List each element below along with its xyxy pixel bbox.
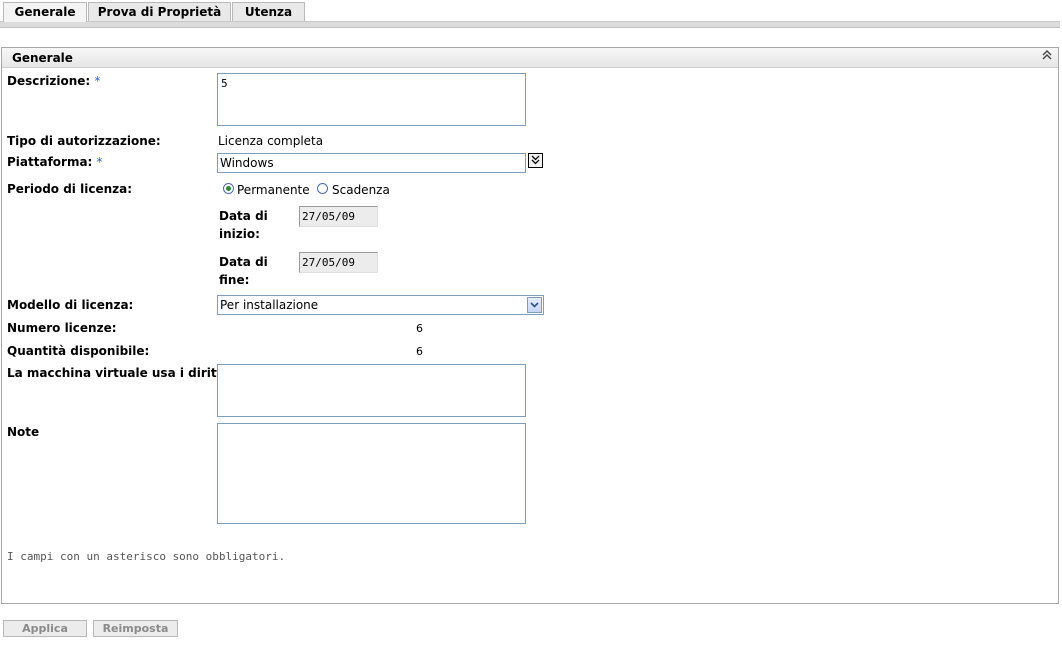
required-asterisk: * [96, 155, 103, 169]
macchina-virtuale-textarea[interactable] [217, 364, 526, 417]
radio-scadenza-label: Scadenza [332, 183, 390, 197]
data-fine-field[interactable]: 27/05/09 [299, 252, 378, 273]
panel-header: Generale [2, 48, 1058, 68]
modello-licenza-label: Modello di licenza: [7, 298, 134, 312]
note-label: Note [7, 425, 40, 439]
quantita-disponibile-label: Quantità disponibile: [7, 344, 150, 358]
apply-button[interactable]: Applica [3, 620, 87, 637]
modello-licenza-value: Per installazione [220, 298, 319, 312]
required-asterisk: * [94, 74, 101, 88]
tipo-autorizzazione-value: Licenza completa [218, 134, 324, 148]
radio-permanente-label: Permanente [237, 183, 310, 197]
piattaforma-label: Piattaforma: * [7, 155, 103, 169]
piattaforma-value: Windows [220, 156, 274, 170]
double-chevron-down-icon[interactable] [528, 153, 543, 168]
required-fields-note: I campi con un asterisco sono obbligator… [7, 550, 286, 563]
tab-utenza[interactable]: Utenza [232, 2, 305, 21]
chevron-down-icon [527, 297, 542, 313]
general-panel: Generale Descrizione: * 5 Tipo di autori… [1, 47, 1059, 604]
reset-button[interactable]: Reimposta [93, 620, 178, 637]
data-fine-label-line1: Data di [219, 255, 268, 269]
data-fine-label: Data di fine: [219, 253, 268, 289]
data-inizio-field[interactable]: 27/05/09 [299, 206, 378, 227]
tab-prova-di-proprieta[interactable]: Prova di Proprietà [88, 2, 231, 21]
descrizione-label-text: Descrizione: [7, 74, 91, 88]
double-chevron-up-icon[interactable] [1040, 50, 1054, 64]
panel-title: Generale [12, 51, 73, 65]
piattaforma-label-text: Piattaforma: [7, 155, 93, 169]
tipo-autorizzazione-label: Tipo di autorizzazione: [7, 134, 161, 148]
tab-generale[interactable]: Generale [3, 2, 87, 22]
data-fine-label-line2: fine: [219, 273, 250, 287]
periodo-licenza-label: Periodo di licenza: [7, 182, 133, 196]
tab-bar-underline [0, 21, 1060, 28]
tab-bar: Generale Prova di Proprietà Utenza [0, 0, 1062, 28]
descrizione-label: Descrizione: * [7, 74, 100, 88]
piattaforma-field[interactable]: Windows [217, 153, 526, 173]
note-textarea[interactable] [217, 423, 526, 524]
modello-licenza-select[interactable]: Per installazione [217, 295, 544, 315]
numero-licenze-value: 6 [416, 322, 423, 335]
data-inizio-label: Data di inizio: [219, 207, 268, 243]
data-inizio-label-line1: Data di [219, 209, 268, 223]
radio-scadenza[interactable] [317, 183, 328, 194]
macchina-virtuale-label: La macchina virtuale usa i diritti: [7, 366, 232, 380]
data-inizio-label-line2: inizio: [219, 227, 260, 241]
quantita-disponibile-value: 6 [416, 345, 423, 358]
radio-permanente[interactable] [223, 183, 234, 194]
numero-licenze-label: Numero licenze: [7, 321, 117, 335]
descrizione-textarea[interactable]: 5 [217, 73, 526, 126]
